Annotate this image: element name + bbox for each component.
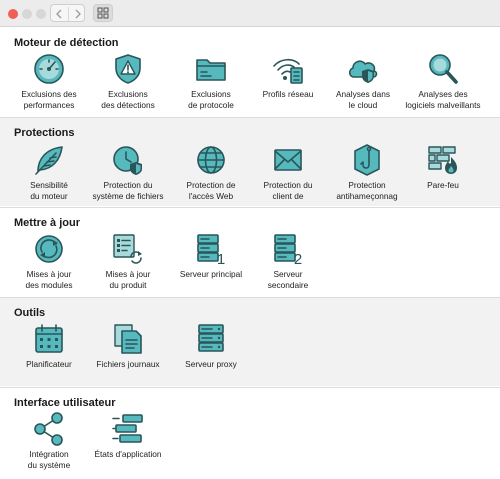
clock-shield-icon (113, 146, 142, 175)
server-primary-icon: 1 (197, 234, 225, 266)
section-tools: Outils Planificateur Fichiers journaux S… (0, 297, 500, 386)
pref-engine-sensitivity[interactable]: Sensibilité du moteur (10, 143, 88, 202)
cloud-shield-icon (348, 60, 378, 83)
pref-firewall[interactable]: Pare-feu (404, 143, 482, 191)
item-label: Exclusions de protocole (188, 89, 234, 110)
section-updates: Mettre à jour Mises à jour des modules M… (0, 207, 500, 296)
proxy-server-icon (198, 324, 224, 352)
section-detection-engine: Moteur de détection Exclusions des perfo… (0, 28, 500, 116)
section-title: Mettre à jour (14, 217, 81, 229)
item-label: Exclusions des performances (21, 89, 77, 110)
item-label: Protection antihameçonnag (336, 180, 398, 201)
pref-malware-scans[interactable]: Analyses des logiciels malveillants (404, 52, 482, 111)
pref-protocol-exclusions[interactable]: Exclusions de protocole (172, 52, 250, 111)
maximize-button[interactable] (36, 9, 46, 19)
server-secondary-icon: 2 (274, 234, 302, 266)
forward-button[interactable] (68, 7, 85, 21)
envelope-icon (274, 149, 302, 171)
chevron-right-icon (75, 9, 81, 19)
pref-file-system-protection[interactable]: Protection du système de fichiers (89, 143, 167, 202)
server-badge: 1 (217, 251, 225, 266)
log-files-icon (114, 324, 142, 354)
section-user-interface: Interface utilisateur Intégration du sys… (0, 387, 500, 479)
pref-module-updates[interactable]: Mises à jour des modules (10, 232, 88, 291)
item-label: Pare-feu (427, 180, 459, 190)
pref-product-updates[interactable]: Mises à jour du produit (89, 232, 167, 291)
back-button[interactable] (51, 7, 68, 21)
item-label: Mises à jour des modules (25, 269, 73, 290)
pref-application-states[interactable]: États d'application (89, 412, 167, 460)
pref-antiphishing-protection[interactable]: Protection antihameçonnag (328, 143, 406, 202)
pref-email-client-protection[interactable]: Protection du client de (249, 143, 327, 202)
pref-scheduler[interactable]: Planificateur (10, 322, 88, 370)
item-label: Mises à jour du produit (105, 269, 151, 290)
item-label: Serveur proxy (185, 359, 237, 369)
pref-web-access-protection[interactable]: Protection de l'accès Web (172, 143, 250, 202)
pref-detection-exclusions[interactable]: Exclusions des détections (89, 52, 167, 111)
pref-log-files[interactable]: Fichiers journaux (89, 322, 167, 370)
warning-shield-icon (115, 54, 141, 84)
item-label: Fichiers journaux (96, 359, 160, 369)
hook-icon (354, 144, 380, 176)
title-bar (0, 0, 500, 27)
globe-icon (197, 146, 225, 174)
section-protections: Protections Sensibilité du moteur Protec… (0, 117, 500, 206)
item-label: Intégration du système (27, 449, 71, 470)
magnifier-icon (429, 54, 458, 84)
firewall-icon (428, 146, 457, 174)
item-label: Sensibilité du moteur (30, 180, 68, 201)
item-label: Profils réseau (262, 89, 314, 99)
pref-cloud-scans[interactable]: Analyses dans le cloud (324, 52, 402, 111)
item-label: Analyses dans le cloud (336, 89, 390, 110)
pref-proxy-server[interactable]: Serveur proxy (172, 322, 250, 370)
item-label: Planificateur (26, 359, 72, 369)
chevron-left-icon (56, 9, 62, 19)
item-label: Serveur principal (179, 269, 243, 279)
grid-icon (97, 7, 109, 19)
item-label: Protection de l'accès Web (186, 180, 236, 201)
calendar-icon (35, 324, 63, 353)
pref-network-profiles[interactable]: Profils réseau (249, 52, 327, 100)
show-all-button[interactable] (93, 4, 113, 22)
section-title: Moteur de détection (14, 37, 119, 49)
item-label: Analyses des logiciels malveillants (405, 89, 481, 110)
feather-icon (35, 146, 63, 175)
pref-system-integration[interactable]: Intégration du système (10, 412, 88, 471)
item-label: Protection du client de (263, 180, 313, 201)
server-badge: 2 (294, 251, 302, 266)
item-label: Exclusions des détections (101, 89, 155, 110)
section-title: Interface utilisateur (14, 397, 116, 409)
minimize-button[interactable] (22, 9, 32, 19)
preferences-window: Moteur de détection Exclusions des perfo… (0, 0, 500, 479)
wifi-profile-icon (273, 58, 303, 84)
folder-icon (196, 59, 226, 81)
pref-primary-server[interactable]: 1 Serveur principal (172, 232, 250, 280)
pref-secondary-server[interactable]: 2 Serveur secondaire (249, 232, 327, 291)
refresh-icon (35, 235, 63, 263)
app-states-icon (112, 414, 143, 443)
pref-performance-exclusions[interactable]: Exclusions des performances (10, 52, 88, 111)
close-button[interactable] (8, 9, 18, 19)
item-label: Protection du système de fichiers (92, 180, 164, 201)
navigation-buttons (50, 4, 85, 22)
section-title: Protections (14, 127, 75, 139)
gauge-icon (34, 54, 64, 84)
share-nodes-icon (34, 412, 63, 446)
item-label: Serveur secondaire (267, 269, 309, 290)
item-label: États d'application (94, 449, 162, 459)
section-title: Outils (14, 307, 46, 319)
product-update-icon (113, 234, 142, 264)
